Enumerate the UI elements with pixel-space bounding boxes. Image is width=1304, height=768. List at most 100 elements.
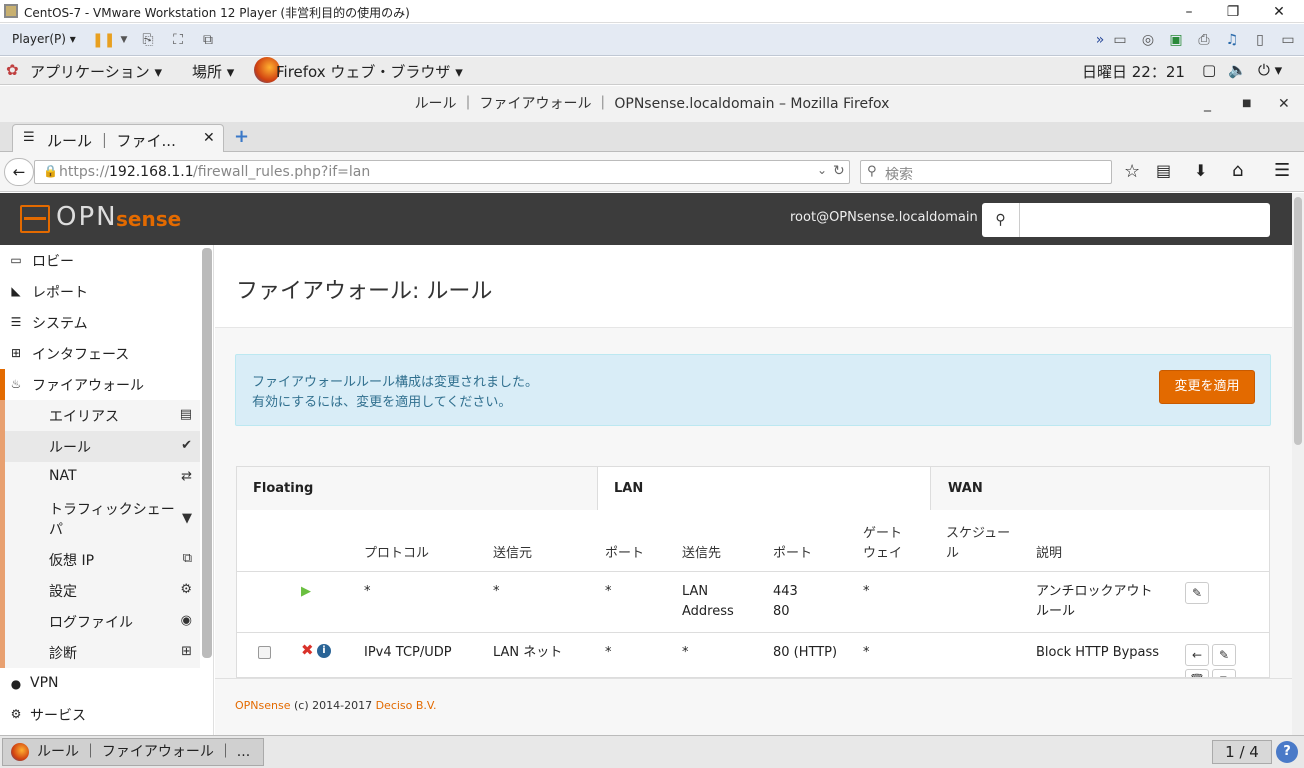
scrollbar-thumb[interactable]: [1294, 197, 1302, 445]
edit-rule-button[interactable]: ✎: [1185, 582, 1209, 604]
url-bar[interactable]: 🔒 https:// 192.168.1.1 /firewall_rules.p…: [34, 160, 850, 184]
medkit-icon: ⊞: [181, 644, 192, 659]
menu-icon[interactable]: ☰: [1274, 160, 1290, 181]
page-scrollbar[interactable]: [1292, 193, 1304, 735]
navigation-bar: ← 🔒 https:// 192.168.1.1 /firewall_rules…: [0, 152, 1304, 192]
task-label: ルール ｜ ファイアウォール ｜ ...: [37, 744, 251, 760]
footer-opnsense-link[interactable]: OPNsense: [235, 699, 291, 712]
ff-close-button[interactable]: ✕: [1278, 86, 1290, 122]
search-icon: ⚲: [867, 164, 877, 179]
more-devices-icon[interactable]: »: [1092, 32, 1108, 48]
interface-tabs: Floating LAN WAN: [236, 466, 1270, 512]
network-icon[interactable]: ▣: [1168, 32, 1184, 48]
power-icon[interactable]: ⏻ ▾: [1258, 61, 1282, 79]
pause-icon[interactable]: ❚❚: [92, 32, 115, 48]
fullscreen-icon[interactable]: ⛶: [170, 32, 186, 48]
tab-bar: ☰ ルール ｜ ファイ... ✕ +: [0, 122, 1304, 153]
help-icon[interactable]: ?: [1276, 741, 1298, 763]
delete-rule-button[interactable]: 🗑: [1185, 669, 1209, 677]
menu-firewall[interactable]: ♨ ファイアウォール: [0, 369, 200, 400]
chevron-down-icon[interactable]: ▼: [116, 32, 132, 48]
globe-icon: ●: [10, 677, 22, 691]
row-checkbox[interactable]: [258, 646, 271, 659]
menu-system[interactable]: ☰ システム: [0, 307, 200, 338]
bookmark-star-icon[interactable]: ☆: [1124, 161, 1140, 182]
ff-maximize-button[interactable]: ■: [1242, 86, 1251, 122]
sound-icon[interactable]: ♫: [1224, 32, 1240, 48]
submenu-log-files[interactable]: ログファイル ◉: [0, 606, 200, 637]
applications-menu[interactable]: アプリケーション ▾: [30, 61, 162, 82]
printer-icon[interactable]: ⎙: [1196, 32, 1212, 48]
submenu-traffic-shaper[interactable]: トラフィックシェーパ ▼: [0, 493, 200, 544]
reload-icon[interactable]: ↻: [833, 163, 845, 179]
url-path: /firewall_rules.php?if=lan: [193, 164, 371, 180]
menu-interfaces[interactable]: ⊞ インタフェース: [0, 338, 200, 369]
places-menu[interactable]: 場所 ▾: [192, 61, 234, 82]
minimize-button[interactable]: –: [1174, 2, 1204, 22]
search-bar[interactable]: ⚲ 検索: [860, 160, 1112, 184]
check-icon: ✔: [181, 438, 192, 453]
cogs-icon: ⚙: [180, 582, 192, 597]
tab-label: ルール ｜ ファイ...: [47, 132, 176, 150]
user-name[interactable]: root@OPNsense.localdomain: [790, 210, 978, 225]
clock[interactable]: 日曜日 22：21: [1082, 61, 1185, 82]
back-button[interactable]: ←: [4, 158, 34, 186]
alert-line-1: ファイアウォールルール構成は変更されました。: [252, 375, 539, 390]
firefox-title-text: ルール ｜ ファイアウォール ｜ OPNsense.localdomain – …: [414, 96, 890, 112]
opnsense-search-field[interactable]: ⚲: [982, 203, 1270, 237]
search-button-icon[interactable]: ⚲: [982, 203, 1020, 237]
taskbar-firefox-window[interactable]: ルール ｜ ファイアウォール ｜ ...: [2, 738, 264, 766]
submenu-settings[interactable]: 設定 ⚙: [0, 575, 200, 606]
tab-close-icon[interactable]: ✕: [203, 130, 215, 146]
home-icon[interactable]: ⌂: [1232, 160, 1243, 181]
alert-line-2: 有効にするには、変更を適用してください。: [252, 395, 512, 410]
menu-lobby[interactable]: ▭ ロビー: [0, 245, 200, 276]
hdd-icon[interactable]: ▭: [1112, 32, 1128, 48]
usb-icon[interactable]: ▯: [1252, 32, 1268, 48]
header-gateway-1: ゲート: [863, 526, 903, 541]
sidebar-scrollbar[interactable]: [202, 248, 212, 658]
header-gateway-2: ウェイ: [863, 546, 903, 561]
close-window-button[interactable]: ✕: [1264, 2, 1294, 22]
clone-icon: ⧉: [182, 551, 192, 566]
send-keys-icon[interactable]: ⎘: [140, 32, 156, 48]
url-dropdown-icon[interactable]: ⌄: [817, 163, 827, 177]
menu-services[interactable]: ⚙ サービス: [0, 699, 200, 730]
tab-floating[interactable]: Floating: [237, 467, 598, 511]
vmware-title-bar: CentOS-7 - VMware Workstation 12 Player …: [0, 0, 1304, 23]
tab-lan[interactable]: LAN: [598, 467, 931, 512]
clone-rule-button[interactable]: ⧉: [1212, 669, 1236, 677]
new-tab-icon[interactable]: +: [234, 126, 249, 147]
block-icon: ✖: [301, 641, 314, 659]
submenu-virtual-ip[interactable]: 仮想 IP ⧉: [0, 544, 200, 575]
firefox-window-title: ルール ｜ ファイアウォール ｜ OPNsense.localdomain – …: [0, 86, 1304, 122]
menu-reports[interactable]: ◣ レポート: [0, 276, 200, 307]
footer-copyright: (c) 2014-2017: [290, 699, 376, 712]
edit-rule-button[interactable]: ✎: [1212, 644, 1236, 666]
apply-changes-button[interactable]: 変更を適用: [1159, 370, 1255, 404]
move-rule-button[interactable]: ←: [1185, 644, 1209, 666]
unity-icon[interactable]: ⧉: [200, 32, 216, 48]
workspace-indicator[interactable]: 1 / 4: [1212, 740, 1272, 764]
tab-wan[interactable]: WAN: [932, 467, 1269, 511]
tab-rules[interactable]: ☰ ルール ｜ ファイ... ✕: [12, 124, 224, 153]
footer-deciso-link[interactable]: Deciso B.V.: [376, 699, 437, 712]
submenu-nat[interactable]: NAT ⇄: [0, 462, 200, 493]
screen-icon[interactable]: ▢: [1202, 61, 1216, 79]
list-icon: ▤: [179, 407, 192, 422]
submenu-diagnostics[interactable]: 診断 ⊞: [0, 637, 200, 668]
firefox-app-menu[interactable]: Firefox ウェブ・ブラウザ ▾: [276, 61, 463, 82]
reading-list-icon[interactable]: ▤: [1156, 161, 1171, 180]
taskbar: ルール ｜ ファイアウォール ｜ ... 1 / 4 ?: [0, 735, 1304, 768]
submenu-aliases[interactable]: エイリアス ▤: [0, 400, 200, 431]
download-icon[interactable]: ⬇: [1194, 161, 1207, 180]
submenu-rules[interactable]: ルール ✔: [0, 431, 200, 462]
info-icon[interactable]: i: [317, 644, 331, 658]
message-icon[interactable]: ▭: [1280, 32, 1296, 48]
volume-icon[interactable]: 🔈: [1228, 61, 1247, 79]
maximize-button[interactable]: ❐: [1218, 2, 1248, 22]
cd-icon[interactable]: ◎: [1140, 32, 1156, 48]
menu-vpn[interactable]: ● VPN: [0, 669, 200, 700]
player-menu[interactable]: Player(P) ▾: [12, 32, 76, 46]
ff-minimize-button[interactable]: _: [1204, 86, 1211, 122]
